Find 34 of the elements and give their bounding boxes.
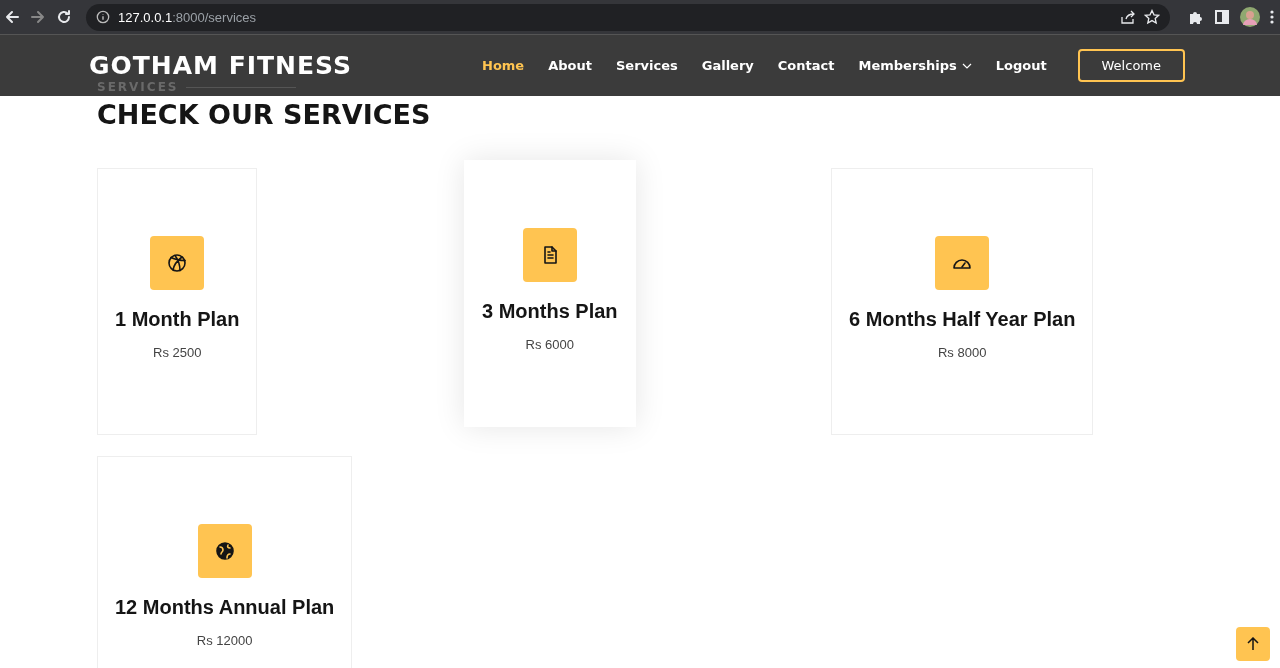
nav-link[interactable]: Home bbox=[470, 58, 537, 73]
extensions-icon[interactable] bbox=[1188, 9, 1204, 25]
nav-link[interactable]: Contact bbox=[765, 58, 847, 73]
arrow-up-icon bbox=[1247, 637, 1259, 651]
address-bar[interactable]: 127.0.0.1:8000/services bbox=[86, 3, 1170, 31]
nav-link[interactable]: Memberships bbox=[846, 58, 984, 73]
plan-title[interactable]: 12 Months Annual Plan bbox=[115, 596, 335, 619]
nav-link[interactable]: About bbox=[536, 58, 604, 73]
reload-icon[interactable] bbox=[56, 9, 72, 25]
info-icon bbox=[96, 10, 110, 24]
brand-logo[interactable]: GOTHAM FITNESS bbox=[89, 51, 352, 80]
share-icon[interactable] bbox=[1120, 9, 1136, 25]
back-icon[interactable] bbox=[4, 9, 20, 25]
globe-icon bbox=[214, 541, 235, 561]
side-panel-icon[interactable] bbox=[1214, 9, 1230, 25]
plan-price: Rs 8000 bbox=[937, 345, 987, 360]
plan-title[interactable]: 6 Months Half Year Plan bbox=[849, 308, 1076, 331]
plan-price: Rs 6000 bbox=[525, 337, 574, 352]
nav-link[interactable]: Logout bbox=[983, 58, 1059, 73]
plan-price: Rs 12000 bbox=[196, 633, 253, 648]
plan-title[interactable]: 1 Month Plan bbox=[115, 308, 240, 331]
avatar-icon[interactable] bbox=[1240, 7, 1260, 27]
star-icon[interactable] bbox=[1144, 9, 1160, 25]
welcome-button[interactable]: Welcome bbox=[1077, 49, 1185, 82]
back-to-top-button[interactable] bbox=[1236, 627, 1270, 661]
nav-link[interactable]: Services bbox=[603, 58, 690, 73]
plan-title[interactable]: 3 Months Plan bbox=[482, 300, 618, 323]
section-heading: CHECK OUR SERVICES bbox=[97, 99, 432, 130]
nav-link[interactable]: Gallery bbox=[689, 58, 766, 73]
ball-icon bbox=[167, 253, 188, 273]
plan-price: Rs 2500 bbox=[153, 345, 202, 360]
menu-icon[interactable] bbox=[1270, 9, 1274, 25]
url-text: 127.0.0.1:8000/services bbox=[118, 9, 257, 25]
forward-icon[interactable] bbox=[30, 9, 46, 25]
